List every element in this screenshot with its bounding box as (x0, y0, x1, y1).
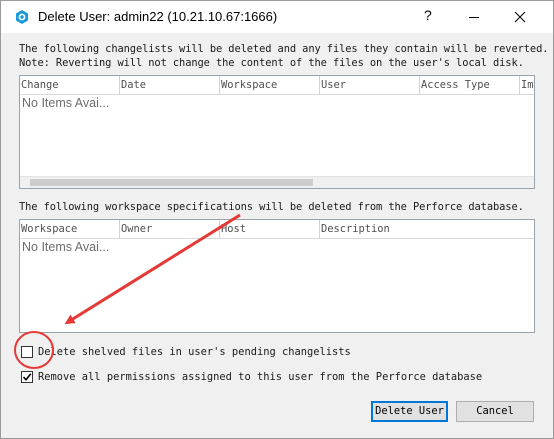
workspaces-message: The following workspace specifications w… (19, 201, 524, 213)
changelists-horizontal-scrollbar[interactable] (20, 176, 534, 188)
column-header-access-type[interactable]: Access Type (420, 76, 520, 94)
remove-permissions-label[interactable]: Remove all permissions assigned to this … (38, 370, 482, 384)
dialog-body: The following changelists will be delete… (1, 33, 553, 438)
column-header-user[interactable]: User (320, 76, 420, 94)
workspaces-table[interactable]: Workspace Owner Host Description No Item… (19, 219, 535, 333)
workspaces-empty-text: No Items Avai... (22, 240, 110, 254)
changelists-table[interactable]: Change Date Workspace User Access Type I… (19, 75, 535, 189)
close-icon (514, 11, 526, 23)
help-icon: ? (424, 7, 432, 23)
column-header-workspace[interactable]: Workspace (220, 76, 320, 94)
scrollbar-thumb[interactable] (30, 179, 313, 186)
column-header-im[interactable]: Im (520, 76, 534, 94)
changelists-table-header: Change Date Workspace User Access Type I… (20, 76, 534, 95)
window-title: Delete User: admin22 (10.21.10.67:1666) (38, 9, 278, 24)
delete-shelved-label[interactable]: Delete shelved files in user's pending c… (38, 345, 351, 359)
delete-user-button[interactable]: Delete User (371, 401, 448, 422)
column-header-change[interactable]: Change (20, 76, 120, 94)
column-header-owner[interactable]: Owner (120, 220, 220, 238)
column-header-description[interactable]: Description (320, 220, 534, 238)
title-bar: Delete User: admin22 (10.21.10.67:1666) … (1, 1, 553, 33)
column-header-workspace[interactable]: Workspace (20, 220, 120, 238)
changelists-message-line2: Note: Reverting will not change the cont… (19, 57, 524, 69)
close-button[interactable] (497, 1, 543, 33)
column-header-date[interactable]: Date (120, 76, 220, 94)
cancel-button[interactable]: Cancel (456, 401, 534, 422)
delete-user-dialog: Delete User: admin22 (10.21.10.67:1666) … (0, 0, 554, 439)
remove-permissions-checkbox[interactable] (21, 371, 33, 383)
workspaces-table-header: Workspace Owner Host Description (20, 220, 534, 239)
minimize-icon (469, 17, 479, 18)
checkmark-icon (22, 373, 32, 382)
help-button[interactable]: ? (405, 1, 451, 33)
changelists-message-line1: The following changelists will be delete… (19, 43, 549, 55)
column-header-host[interactable]: Host (220, 220, 320, 238)
delete-shelved-checkbox[interactable] (21, 346, 33, 358)
minimize-button[interactable] (451, 1, 497, 33)
perforce-app-icon (16, 10, 28, 24)
changelists-empty-text: No Items Avai... (22, 96, 110, 110)
